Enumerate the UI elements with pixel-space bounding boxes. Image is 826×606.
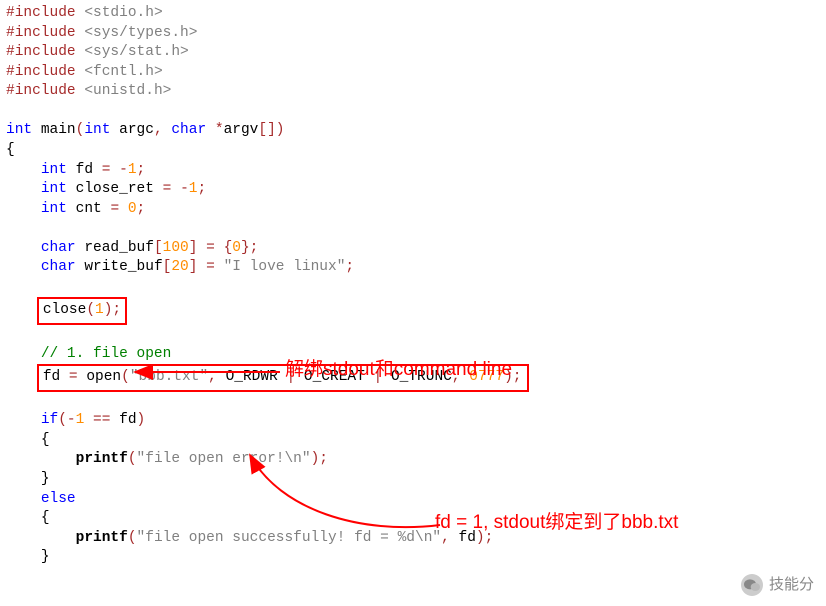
str-open-error: "file open error!\n" <box>137 451 311 467</box>
header-unistd: unistd.h <box>93 83 163 99</box>
header-stdio: stdio.h <box>93 5 154 21</box>
var-fd: fd <box>76 162 93 178</box>
call-close: close <box>43 302 87 318</box>
str-bbb-txt: "bbb.txt" <box>130 369 208 385</box>
str-open-success: "file open successfully! fd = %d\n" <box>137 530 442 546</box>
call-open: open <box>86 369 121 385</box>
call-printf-success: printf <box>76 530 128 546</box>
var-cnt: cnt <box>76 201 102 217</box>
header-sys-stat: sys/stat.h <box>93 44 180 60</box>
str-i-love-linux: "I love linux" <box>224 259 346 275</box>
wechat-icon <box>741 574 763 596</box>
header-fcntl: fcntl.h <box>93 64 154 80</box>
watermark: 技能分 <box>741 574 814 596</box>
var-close-ret: close_ret <box>76 181 154 197</box>
call-printf-error: printf <box>76 451 128 467</box>
preproc-include: #include <box>6 5 76 21</box>
code-block: #include <stdio.h> #include <sys/types.h… <box>6 4 820 568</box>
annotation-fd-stdout-bbb: fd = 1, stdout绑定到了bbb.txt <box>435 513 678 534</box>
watermark-text: 技能分 <box>769 575 814 595</box>
header-sys-types: sys/types.h <box>93 25 189 41</box>
highlight-close-stdout: close(1); <box>37 297 127 325</box>
fn-main: main <box>41 122 76 138</box>
var-write-buf: write_buf <box>84 259 162 275</box>
annotation-unbind-stdout: 解绑stdout和command line <box>285 360 512 381</box>
comment-file-open: // 1. file open <box>41 346 172 362</box>
var-read-buf: read_buf <box>84 240 154 256</box>
